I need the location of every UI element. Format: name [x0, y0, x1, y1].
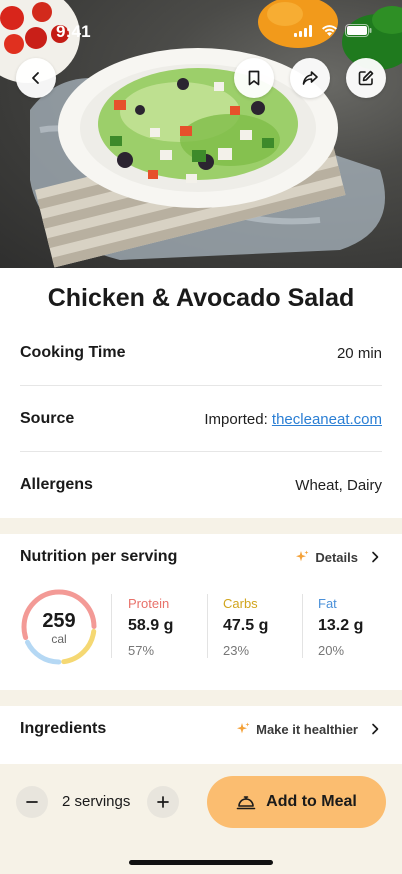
- allergens-label: Allergens: [20, 476, 93, 493]
- battery-icon: [345, 24, 372, 37]
- allergens-value: Wheat, Dairy: [295, 476, 382, 494]
- ingredients-heading: Ingredients: [20, 720, 107, 737]
- macro-name: Carbs: [223, 596, 258, 611]
- macro-name: Protein: [128, 596, 170, 611]
- macro-percent: 20%: [318, 643, 345, 658]
- servings-count: 2 servings: [62, 793, 131, 810]
- cooking-time-label: Cooking Time: [20, 344, 126, 361]
- macro-fat: Fat 13.2 g 20%: [318, 596, 402, 658]
- sparkle-icon: [237, 722, 250, 734]
- divider: [111, 594, 112, 658]
- plus-icon: [157, 796, 169, 808]
- macro-protein: Protein 58.9 g 57%: [128, 596, 218, 658]
- chevron-right-icon: [372, 723, 379, 735]
- calorie-ring: 259 cal: [20, 588, 98, 666]
- macro-carbs: Carbs 47.5 g 23%: [223, 596, 313, 658]
- bookmark-button[interactable]: [234, 58, 274, 98]
- nutrition-heading: Nutrition per serving: [20, 548, 178, 565]
- increase-servings-button[interactable]: [147, 786, 179, 818]
- source-label: Source: [20, 410, 75, 427]
- source-value: Imported: thecleaneat.com: [204, 411, 382, 428]
- recipe-title: Chicken & Avocado Salad: [47, 284, 355, 312]
- edit-icon: [358, 70, 374, 86]
- section-separator: [0, 690, 402, 706]
- calories-unit: cal: [51, 632, 67, 646]
- make-healthier-label: Make it healthier: [256, 721, 358, 737]
- make-healthier-link[interactable]: Make it healthier: [236, 722, 382, 737]
- back-button[interactable]: [16, 58, 56, 98]
- chevron-right-icon: [372, 551, 379, 563]
- macro-amount: 58.9 g: [128, 617, 174, 634]
- source-prefix: Imported:: [204, 410, 268, 428]
- nutrition-header: Nutrition per serving Details: [20, 546, 382, 568]
- section-separator: [0, 518, 402, 534]
- divider: [302, 594, 303, 658]
- macro-percent: 23%: [223, 643, 250, 658]
- status-icons: [294, 24, 372, 37]
- macro-amount: 47.5 g: [223, 617, 269, 634]
- add-to-meal-button[interactable]: Add to Meal: [207, 776, 386, 828]
- home-indicator: [129, 860, 273, 865]
- wifi-icon: [322, 24, 337, 36]
- decrease-servings-button[interactable]: [16, 786, 48, 818]
- chevron-left-icon: [32, 72, 39, 84]
- minus-icon: [26, 801, 38, 803]
- sparkle-icon: [296, 550, 309, 562]
- cooking-time-row: Cooking Time 20 min: [20, 320, 382, 386]
- details-link[interactable]: Details: [295, 550, 382, 565]
- macro-amount: 13.2 g: [318, 617, 364, 634]
- meal-cloche-icon: [236, 796, 256, 810]
- calories-value: 259: [42, 610, 76, 632]
- share-button[interactable]: [290, 58, 330, 98]
- allergens-row: Allergens Wheat, Dairy: [20, 452, 382, 518]
- macro-percent: 57%: [128, 643, 155, 658]
- source-link[interactable]: thecleaneat.com: [272, 411, 382, 428]
- add-to-meal-label: Add to Meal: [266, 793, 357, 810]
- recipe-photo: 9:41: [0, 0, 402, 268]
- ingredients-header: Ingredients Make it healthier: [20, 718, 382, 740]
- cooking-time-value: 20 min: [336, 344, 382, 362]
- macro-name: Fat: [318, 596, 337, 611]
- details-label: Details: [315, 549, 358, 565]
- source-row: Source Imported: thecleaneat.com: [20, 386, 382, 452]
- status-bar: 9:41: [0, 0, 402, 54]
- divider: [207, 594, 208, 658]
- share-icon: [302, 71, 318, 85]
- signal-icon: [294, 24, 312, 37]
- status-time: 9:41: [56, 22, 91, 41]
- bookmark-icon: [248, 70, 260, 86]
- edit-button[interactable]: [346, 58, 386, 98]
